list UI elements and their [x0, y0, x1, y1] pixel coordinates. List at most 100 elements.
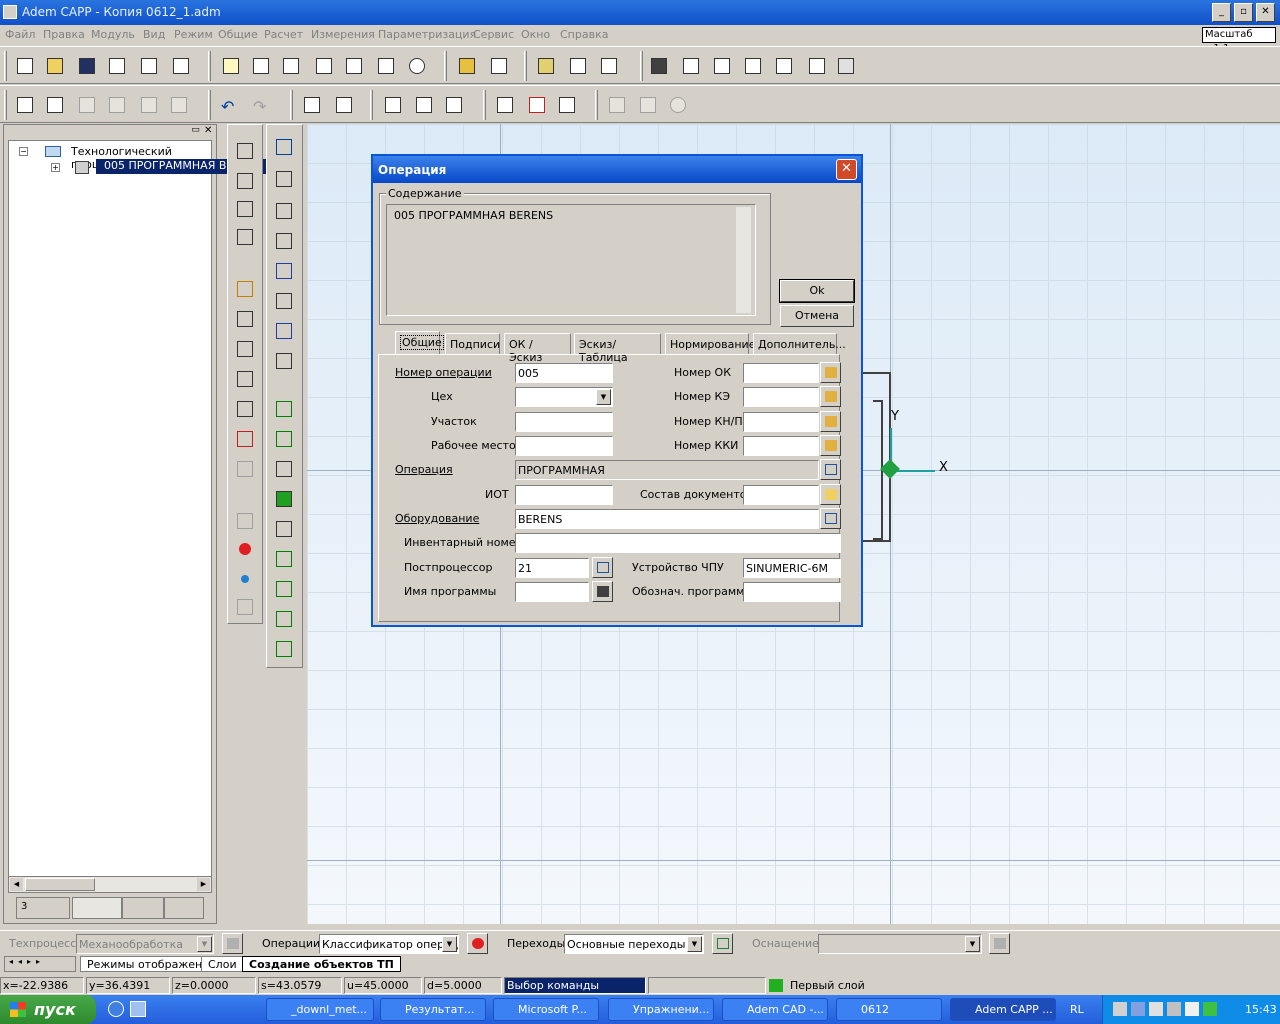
- printer-icon[interactable]: [592, 581, 613, 602]
- export-icon[interactable]: [138, 55, 160, 77]
- new-sketch-icon[interactable]: [233, 139, 257, 163]
- postproc-lookup-icon[interactable]: [592, 557, 613, 578]
- cylinder-icon[interactable]: [535, 55, 557, 77]
- docs-input[interactable]: [743, 485, 819, 505]
- tab-nav-arrows-icon[interactable]: ◂◂▸▸: [4, 956, 76, 972]
- dialog-close-button[interactable]: ✕: [836, 159, 857, 180]
- copy-doc-icon[interactable]: [170, 55, 192, 77]
- add-green-icon[interactable]: [272, 397, 296, 421]
- panel-tab-3[interactable]: [122, 897, 164, 919]
- toolbar-grip[interactable]: [483, 90, 486, 120]
- delete-line-icon[interactable]: [233, 225, 257, 249]
- point-icon[interactable]: [233, 427, 257, 451]
- undo-icon[interactable]: ↶: [218, 94, 240, 116]
- process-tree[interactable]: − Технологический процесс : +: [8, 140, 212, 877]
- cnc-input[interactable]: SINUMERIC-6M: [743, 558, 841, 578]
- transitions-select[interactable]: Основные переходы ▼: [564, 934, 704, 954]
- insert-green-icon[interactable]: [272, 427, 296, 451]
- progdesig-input[interactable]: [743, 582, 841, 602]
- line-edit-icon[interactable]: [233, 197, 257, 221]
- formula-icon[interactable]: [313, 55, 335, 77]
- language-indicator[interactable]: RL: [1070, 1003, 1084, 1016]
- folder-open-icon[interactable]: [820, 484, 841, 505]
- panel-pin-icon[interactable]: ▭: [190, 126, 201, 137]
- tray-network-icon[interactable]: [1131, 1002, 1145, 1016]
- menu-calc[interactable]: Расчет: [264, 28, 303, 41]
- tree-collapse-icon[interactable]: −: [19, 147, 28, 156]
- tab-create-objects[interactable]: Создание объектов ТП: [242, 956, 401, 972]
- capture-icon[interactable]: [494, 94, 516, 116]
- toolbar-grip[interactable]: [290, 90, 293, 120]
- cut-icon[interactable]: [526, 94, 548, 116]
- axis-tool-icon[interactable]: [233, 277, 257, 301]
- grid-cube-icon[interactable]: [272, 577, 296, 601]
- ie-icon[interactable]: [108, 1001, 124, 1017]
- section-input[interactable]: [515, 412, 613, 432]
- taskbar-item-download[interactable]: _downl_met...: [266, 998, 374, 1021]
- box-icon[interactable]: [272, 259, 296, 283]
- operations-select[interactable]: Классификатор операц ▼: [319, 934, 459, 954]
- print-icon[interactable]: [106, 55, 128, 77]
- cube-icon[interactable]: [711, 55, 733, 77]
- ok-button[interactable]: Ok: [779, 279, 855, 303]
- panel-close-icon[interactable]: ✕: [204, 125, 216, 137]
- edit-sketch-icon[interactable]: [233, 169, 257, 193]
- chevron-down-icon[interactable]: ▼: [442, 936, 457, 952]
- zoom-doc-icon[interactable]: [280, 55, 302, 77]
- panel-tab-1[interactable]: 3: [16, 897, 70, 919]
- toolbar-grip[interactable]: [208, 90, 211, 120]
- stack-icon[interactable]: [272, 319, 296, 343]
- green-block-icon[interactable]: [272, 487, 296, 511]
- dimension-icon[interactable]: [233, 307, 257, 331]
- ke-number-input[interactable]: [743, 387, 819, 407]
- parallelogram-icon[interactable]: [272, 547, 296, 571]
- lookup-kki-icon[interactable]: [820, 435, 841, 456]
- op-number-label[interactable]: Номер операции: [395, 366, 492, 379]
- calculator-icon[interactable]: [375, 55, 397, 77]
- menu-view[interactable]: Вид: [143, 28, 165, 41]
- op-number-input[interactable]: 005: [515, 363, 613, 383]
- scroll-left-icon[interactable]: ◀: [10, 878, 23, 891]
- monitor-icon[interactable]: [648, 55, 670, 77]
- minimize-button[interactable]: _: [1212, 3, 1231, 22]
- desktop-icon[interactable]: [130, 1001, 146, 1017]
- transform-icon[interactable]: [272, 229, 296, 253]
- building-icon[interactable]: [272, 289, 296, 313]
- profile-icon[interactable]: [233, 367, 257, 391]
- refresh-icon[interactable]: [680, 55, 702, 77]
- equipment-input[interactable]: BERENS: [515, 509, 819, 529]
- toolbar-grip[interactable]: [4, 90, 7, 120]
- menu-module[interactable]: Модуль: [91, 28, 135, 41]
- checklist-icon[interactable]: [443, 94, 465, 116]
- key-icon[interactable]: [44, 94, 66, 116]
- equipment-label[interactable]: Оборудование: [395, 512, 479, 525]
- note-icon[interactable]: [220, 55, 242, 77]
- open-folder-icon[interactable]: [44, 55, 66, 77]
- snap-line-icon[interactable]: [272, 167, 296, 191]
- toolbar-grip[interactable]: [524, 51, 527, 81]
- zoom-window-icon[interactable]: [773, 55, 795, 77]
- progname-input[interactable]: [515, 582, 589, 602]
- tab-layers[interactable]: Слои: [201, 956, 244, 972]
- lookup-ke-icon[interactable]: [820, 386, 841, 407]
- tray-status-icon[interactable]: [1203, 1002, 1217, 1016]
- tree-expand-icon[interactable]: +: [51, 163, 60, 172]
- tab-signatures[interactable]: Подписи: [445, 333, 500, 354]
- sort-icon[interactable]: [382, 94, 404, 116]
- panel-tab-2[interactable]: [72, 897, 122, 919]
- tab-norming[interactable]: Нормирование: [665, 333, 755, 354]
- snap-point-icon[interactable]: [272, 135, 296, 159]
- tab-ok-sketch[interactable]: ОК / Эскиз: [504, 333, 571, 364]
- horizontal-scrollbar[interactable]: ◀ ▶: [8, 876, 212, 893]
- offset-icon[interactable]: [233, 337, 257, 361]
- taskbar-item-powerpoint[interactable]: Microsoft P...: [493, 998, 599, 1021]
- snap-dash-icon[interactable]: [272, 199, 296, 223]
- toolbar-grip[interactable]: [444, 51, 447, 81]
- close-window-button[interactable]: ✕: [1256, 3, 1275, 22]
- new-file-icon[interactable]: [14, 55, 36, 77]
- lookup-knp-icon[interactable]: [820, 411, 841, 432]
- cross-icon[interactable]: [233, 397, 257, 421]
- layer-stack-icon[interactable]: [272, 457, 296, 481]
- report-icon[interactable]: [488, 55, 510, 77]
- menu-mode[interactable]: Режим: [174, 28, 213, 41]
